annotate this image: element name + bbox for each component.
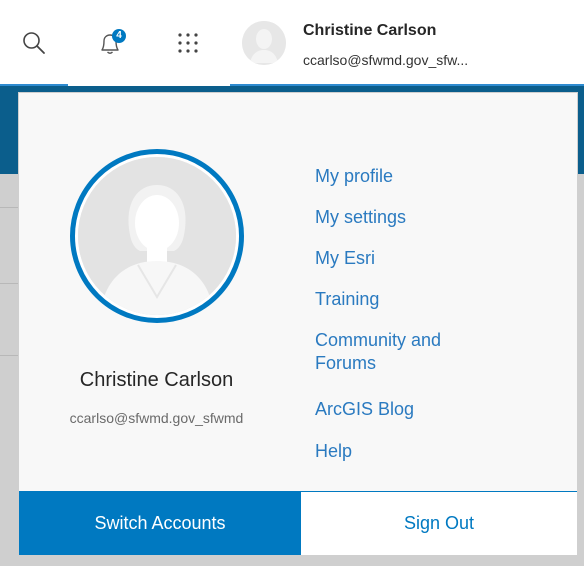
link-community-and-forums[interactable]: Forums	[315, 352, 376, 375]
profile-email: ccarlso@sfwmd.gov_sfwmd	[69, 410, 244, 426]
apps-grid-icon	[178, 33, 198, 53]
profile-name: Christine Carlson	[79, 369, 234, 391]
sign-out-button[interactable]: Sign Out	[301, 491, 577, 555]
link-my-settings[interactable]: My settings	[315, 206, 406, 229]
search-icon	[23, 32, 45, 54]
divider	[0, 283, 18, 284]
divider	[0, 207, 18, 208]
top-header: 4 Christine Carlson ccarlso@sfwmd.gov_sf…	[0, 0, 584, 87]
user-menu-button[interactable]: Christine Carlson ccarlso@sfwmd.gov_sfw.…	[230, 0, 584, 87]
notifications-button[interactable]: 4	[82, 0, 138, 86]
avatar-image	[78, 157, 236, 315]
link-my-esri[interactable]: My Esri	[315, 247, 375, 270]
link-training[interactable]: Training	[315, 288, 379, 311]
link-community-and-forums[interactable]: Community and	[315, 329, 441, 352]
header-user-email: ccarlso@sfwmd.gov_sfw...	[303, 52, 469, 68]
link-help[interactable]: Help	[315, 440, 352, 463]
notification-count-badge: 4	[112, 29, 126, 43]
switch-accounts-button[interactable]: Switch Accounts	[19, 491, 301, 555]
user-dropdown-panel: Christine Carlson ccarlso@sfwmd.gov_sfwm…	[18, 92, 578, 556]
user-silhouette-icon	[242, 21, 286, 65]
header-user-name: Christine Carlson	[303, 22, 437, 39]
apps-button[interactable]	[160, 0, 216, 86]
search-button[interactable]	[0, 0, 68, 87]
profile-avatar	[70, 149, 244, 323]
user-silhouette-icon	[78, 157, 236, 315]
divider	[0, 355, 18, 356]
link-my-profile[interactable]: My profile	[315, 165, 393, 188]
header-avatar	[242, 21, 286, 65]
link-arcgis-blog[interactable]: ArcGIS Blog	[315, 398, 414, 421]
